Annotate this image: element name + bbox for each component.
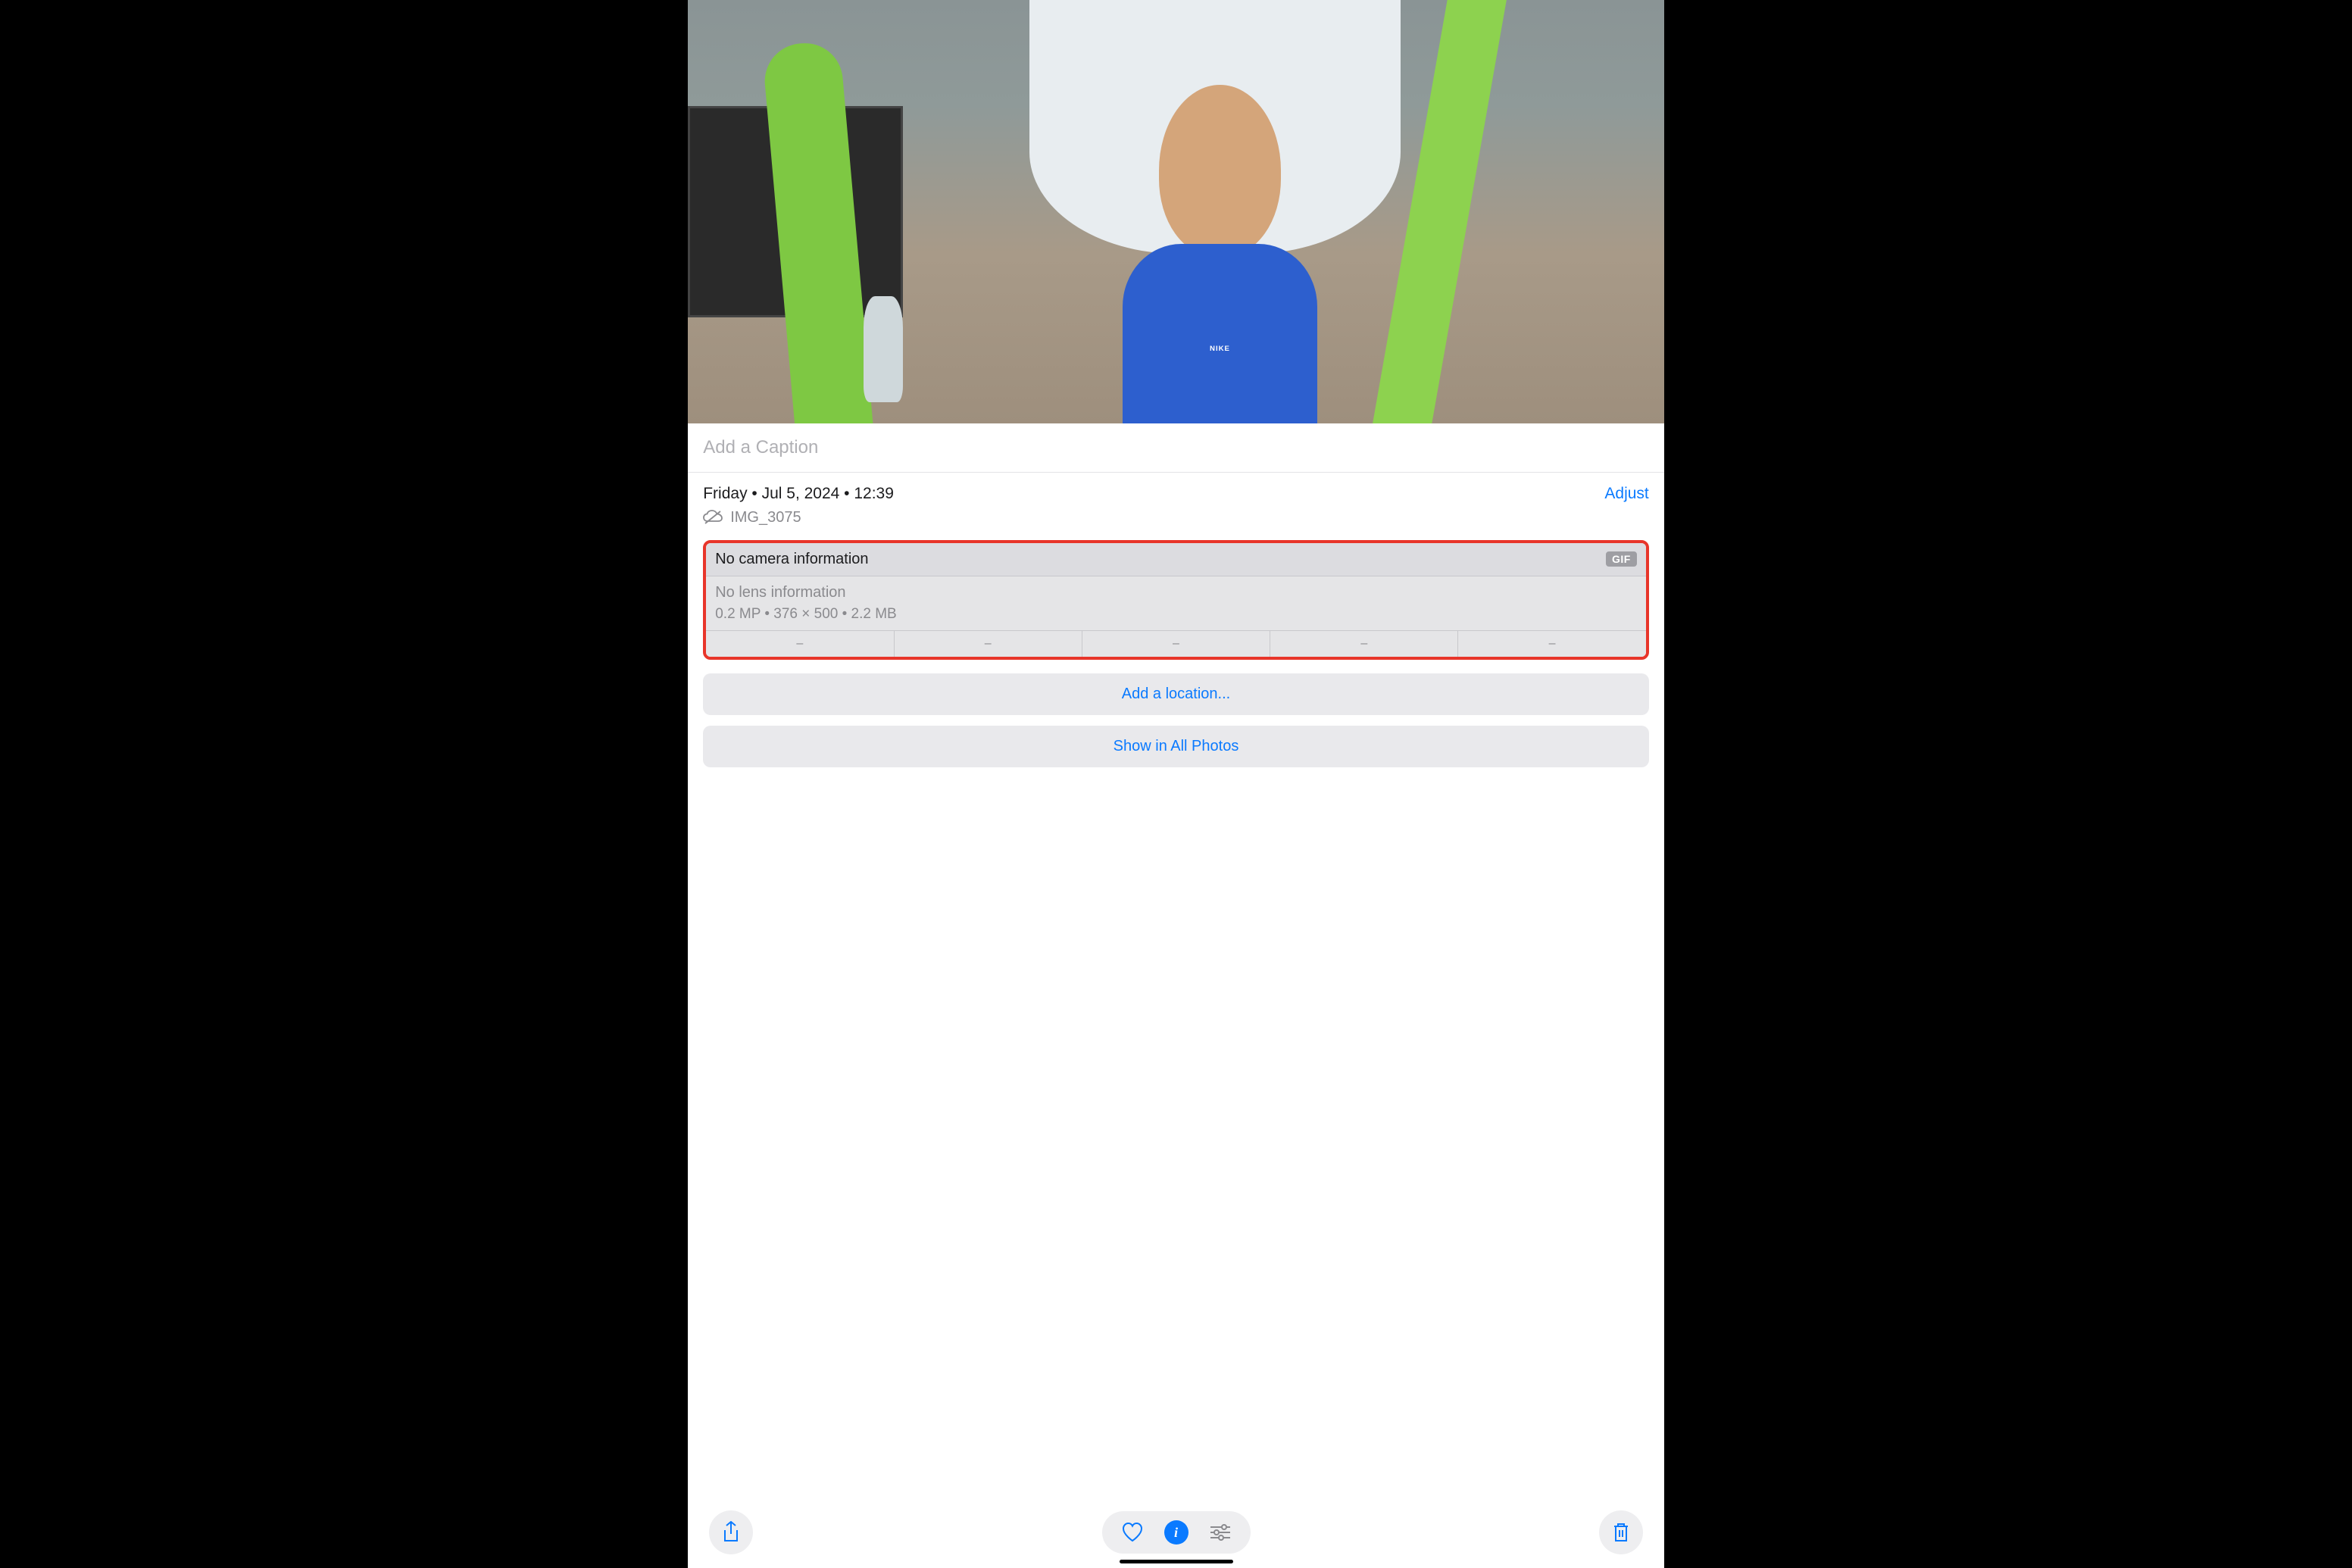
exif-cell: – <box>1082 631 1270 657</box>
date-text: Friday • Jul 5, 2024 • 12:39 <box>703 485 894 503</box>
heart-icon <box>1121 1522 1144 1543</box>
share-button[interactable] <box>709 1510 753 1554</box>
sliders-icon <box>1209 1523 1232 1541</box>
photo-person-shirt: NIKE <box>1123 244 1318 423</box>
bottom-toolbar: i <box>688 1503 1664 1568</box>
exif-cell: – <box>1458 631 1645 657</box>
camera-info-text: No camera information <box>715 551 868 568</box>
metadata-card[interactable]: No camera information GIF No lens inform… <box>703 540 1649 660</box>
trash-icon <box>1612 1522 1630 1543</box>
caption-placeholder: Add a Caption <box>703 437 818 458</box>
toolbar-center-group: i <box>1102 1511 1251 1554</box>
photo-person: NIKE <box>1098 85 1342 423</box>
delete-button[interactable] <box>1599 1510 1643 1554</box>
dimensions-text: 0.2 MP • 376 × 500 • 2.2 MB <box>715 606 1637 623</box>
show-in-all-photos-button[interactable]: Show in All Photos <box>703 726 1649 767</box>
info-section: Friday • Jul 5, 2024 • 12:39 Adjust IMG_… <box>688 473 1664 1503</box>
phone-screen: NIKE Add a Caption Friday • Jul 5, 2024 … <box>688 0 1664 1568</box>
favorite-button[interactable] <box>1117 1517 1148 1548</box>
photo-person-head <box>1159 85 1281 256</box>
date-row: Friday • Jul 5, 2024 • 12:39 Adjust <box>703 485 1649 503</box>
adjust-button[interactable]: Adjust <box>1604 485 1648 503</box>
cloud-off-icon <box>703 510 723 525</box>
filename-text: IMG_3075 <box>730 509 801 526</box>
exif-cell: – <box>706 631 894 657</box>
lens-info-text: No lens information <box>715 584 1637 601</box>
metadata-header: No camera information GIF <box>706 543 1646 576</box>
format-badge: GIF <box>1606 551 1637 567</box>
filename-row: IMG_3075 <box>703 509 1649 526</box>
info-button[interactable]: i <box>1161 1517 1192 1548</box>
exif-cell: – <box>1270 631 1458 657</box>
caption-section[interactable]: Add a Caption <box>688 423 1664 473</box>
metadata-body: No lens information 0.2 MP • 376 × 500 •… <box>706 576 1646 630</box>
info-icon: i <box>1164 1520 1188 1545</box>
share-icon <box>721 1521 741 1544</box>
home-indicator[interactable] <box>1120 1560 1233 1563</box>
exif-cell: – <box>895 631 1082 657</box>
photo-preview[interactable]: NIKE <box>688 0 1664 423</box>
add-location-button[interactable]: Add a location... <box>703 673 1649 715</box>
photo-bottle <box>864 296 903 402</box>
exif-row: – – – – – <box>706 630 1646 657</box>
adjust-sliders-button[interactable] <box>1205 1517 1235 1548</box>
